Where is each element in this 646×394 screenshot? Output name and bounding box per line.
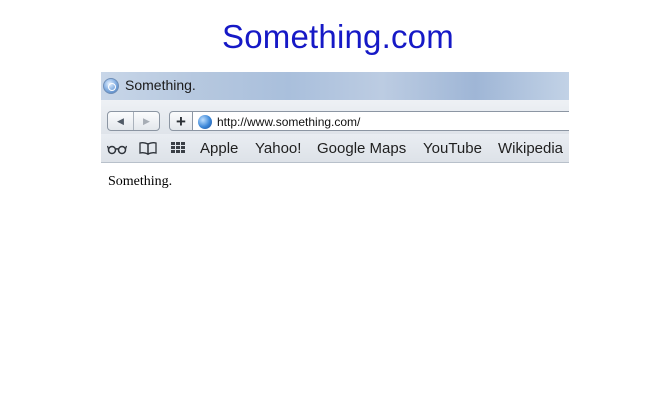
blurred-background (251, 81, 254, 93)
bookmark-wikipedia[interactable]: Wikipedia (498, 140, 563, 157)
reading-list-glasses-icon[interactable] (107, 143, 127, 155)
bookmarks-book-icon[interactable] (139, 141, 157, 155)
browser-window: Something. ◀ ▶ + http://www.something.co… (101, 72, 569, 394)
forward-button[interactable]: ▶ (133, 112, 159, 130)
top-sites-grid-icon[interactable] (171, 142, 185, 154)
back-button[interactable]: ◀ (108, 112, 133, 130)
address-bar[interactable]: http://www.something.com/ (193, 111, 569, 131)
navigation-toolbar: ◀ ▶ + http://www.something.com/ (101, 100, 569, 135)
add-bookmark-button[interactable]: + (169, 111, 193, 131)
bookmarks-bar: Apple Yahoo! Google Maps YouTube Wikiped… (101, 134, 569, 163)
browser-app-icon[interactable] (103, 78, 119, 94)
bookmark-google-maps[interactable]: Google Maps (317, 140, 406, 157)
bookmark-youtube[interactable]: YouTube (423, 140, 482, 157)
window-title: Something. (125, 77, 196, 93)
globe-icon (198, 115, 212, 129)
back-forward-group: ◀ ▶ (107, 111, 160, 131)
back-arrow-icon: ◀ (117, 115, 124, 126)
title-bar[interactable]: Something. (101, 72, 569, 100)
plus-icon: + (176, 111, 186, 131)
bookmark-apple[interactable]: Apple (200, 140, 238, 157)
url-text[interactable]: http://www.something.com/ (217, 115, 360, 129)
page-content-text: Something. (108, 174, 173, 189)
page-heading: Something.com (222, 18, 454, 55)
bookmark-yahoo[interactable]: Yahoo! (255, 140, 301, 157)
forward-arrow-icon: ▶ (143, 115, 150, 126)
